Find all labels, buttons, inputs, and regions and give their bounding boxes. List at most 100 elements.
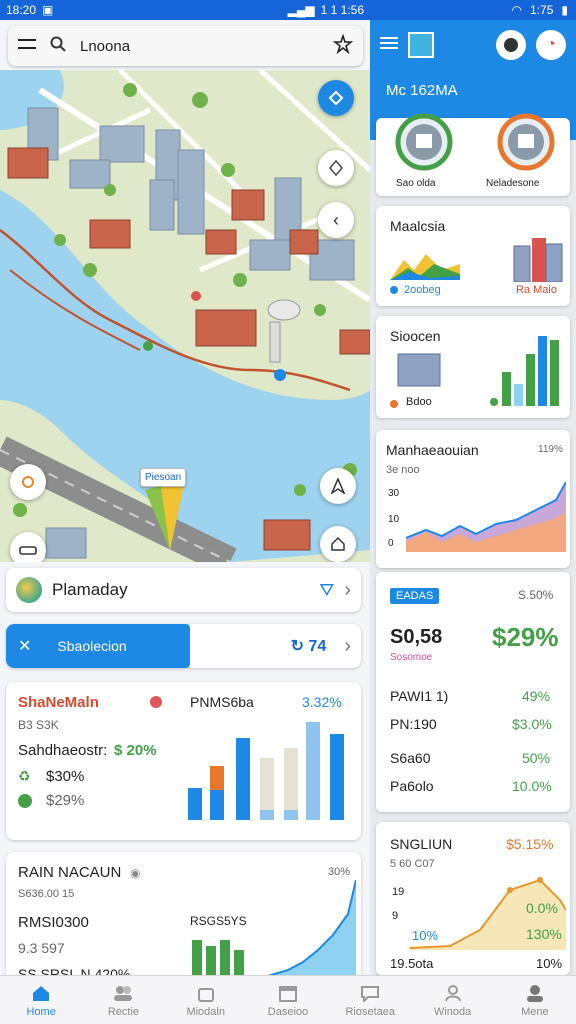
route-card: ✕ Sbaolecion ↻ 74 › — [6, 624, 361, 668]
gauge-card[interactable]: Sao olda Neladesone — [376, 113, 570, 196]
user-icon — [442, 983, 464, 1003]
signal-icon: ▂▄▆ — [287, 3, 315, 17]
route-chevron-icon[interactable]: › — [344, 635, 351, 658]
bottom-navigation: Home Rectie Miodaln Daseioo Riosetaea Wi… — [0, 975, 576, 1024]
stats-label: Sahdhaeostr: — [18, 742, 108, 759]
stats-card[interactable]: ShaNeMaln B3 S3K Sahdhaeostr: $ 20% ♻ $3… — [6, 682, 361, 840]
gauge-left-label: Sao olda — [396, 178, 436, 189]
nav-riosetaea[interactable]: Riosetaea — [329, 976, 411, 1024]
compass-button[interactable] — [318, 150, 354, 186]
manhattan-y1: 30 — [388, 488, 400, 499]
search-input[interactable]: Lnoona — [80, 38, 319, 55]
trend-card[interactable]: RAIN NACAUN ◉ 30% S636.00 15 RMSI0300 9.… — [6, 852, 361, 995]
finance-row1-label: PAWI1 1) — [390, 688, 449, 704]
gauge-right — [497, 113, 555, 171]
status-time-left: 18:20 — [6, 3, 37, 17]
manhattan-corner: 119% — [538, 444, 563, 455]
calendar-icon — [277, 983, 299, 1003]
bar-9 — [306, 722, 320, 820]
navigate-button[interactable] — [320, 468, 356, 504]
finance-amount: S0,58 — [390, 626, 443, 648]
manhattan-area-chart — [406, 481, 566, 552]
profile-star-icon[interactable] — [332, 32, 354, 59]
bar-8 — [284, 810, 298, 820]
signal-footer-left: 19.5ota — [390, 956, 434, 971]
finance-card[interactable]: EADAS S.50% S0,58 Sosomoe $29% PAWI1 1) … — [376, 572, 570, 812]
trend-area — [248, 880, 356, 990]
dashboard-title: Mc 162MA — [386, 82, 458, 99]
trend-label: RMSI0300 — [18, 914, 89, 931]
app-logo-icon — [408, 32, 434, 58]
gauge-left — [395, 113, 453, 171]
station-title: Sioocen — [390, 328, 441, 344]
bar-7 — [284, 748, 298, 820]
stats-chart-pct: 3.32% — [302, 694, 342, 710]
menu-icon[interactable] — [18, 37, 36, 56]
nav-miodaln[interactable]: Miodaln — [165, 976, 247, 1024]
signal-pct-right-top: 0.0% — [526, 900, 558, 916]
route-button[interactable]: ✕ Sbaolecion — [6, 624, 190, 668]
nav-rectie[interactable]: Rectie — [82, 976, 164, 1024]
car-button[interactable] — [10, 532, 46, 562]
stats-row1-value: $30% — [46, 768, 85, 785]
locate-button[interactable] — [10, 464, 46, 500]
route-value: ↻ 74 — [291, 636, 327, 656]
nav-riosetaea-label: Riosetaea — [345, 1005, 396, 1018]
region-card[interactable]: Maalcsia 2oobeg Ra Maio — [376, 206, 570, 306]
finance-tag: EADAS — [390, 588, 440, 604]
notifications-button[interactable]: ◔ — [536, 30, 566, 60]
manhattan-title: Manhaeaouian — [386, 442, 479, 458]
chevron-left-icon: ‹ — [333, 209, 339, 230]
trend-corner-value: 30% — [328, 866, 351, 878]
status-time-mid: 1 1 1:56 — [320, 3, 364, 17]
nav-home[interactable]: Home — [0, 976, 82, 1024]
nav-daseioo[interactable]: Daseioo — [247, 976, 329, 1024]
nav-winoda-label: Winoda — [433, 1005, 472, 1018]
nav-winoda[interactable]: Winoda — [411, 976, 493, 1024]
region-dot-icon — [390, 286, 398, 294]
nav-mene[interactable]: Mene — [494, 976, 576, 1024]
mountain-icon — [390, 254, 460, 280]
station-card[interactable]: Sioocen Bdoo — [376, 316, 570, 418]
stats-pct: $ 20% — [114, 742, 157, 759]
city-map[interactable]: ‹ Piesoan — [0, 70, 370, 562]
signal-pct-right-bottom: 130% — [526, 926, 562, 942]
chevron-right-icon[interactable]: › — [344, 579, 351, 602]
nav-mene-label: Mene — [521, 1005, 549, 1018]
home-pin-button[interactable] — [320, 526, 356, 562]
search-bar[interactable]: Lnoona — [8, 26, 363, 66]
map-panel: Lnoona ‹ Piesoan Plamaday ⛛ › ✕ Sbaoleci… — [0, 20, 370, 995]
manhattan-card[interactable]: Manhaeaouian 119% 3e noo 30 10 0 — [376, 430, 570, 568]
trend-title: RAIN NACAUN — [18, 864, 122, 881]
map-marker-label[interactable]: Piesoan — [140, 468, 187, 487]
station-bar-2 — [514, 384, 523, 406]
layers-icon — [328, 90, 344, 106]
home-icon — [30, 983, 52, 1003]
account-button[interactable] — [496, 30, 526, 60]
bar-6 — [260, 810, 274, 820]
car-icon — [19, 546, 37, 555]
account-icon — [504, 38, 518, 52]
station-dot-icon — [390, 400, 398, 408]
battery-icon: ▮ — [561, 3, 568, 17]
search-icon — [50, 36, 66, 57]
layers-button[interactable] — [318, 80, 354, 116]
stats-subtitle: B3 S3K — [18, 718, 59, 732]
dashboard-menu-icon[interactable] — [380, 36, 398, 55]
station-bar-5 — [550, 340, 559, 406]
signal-corner: $5.15% — [506, 836, 554, 852]
nav-home-label: Home — [26, 1005, 56, 1018]
signal-card[interactable]: SNGLIUN $5.15% 5 60 C07 19 9 10% 0.0% 13… — [376, 822, 570, 975]
signal-sub: 5 60 C07 — [390, 858, 435, 870]
back-button[interactable]: ‹ — [318, 202, 354, 238]
directions-icon[interactable]: ⛛ — [319, 580, 334, 601]
buildings-icon — [513, 238, 563, 282]
place-card[interactable]: Plamaday ⛛ › — [6, 568, 361, 612]
alert-dot-icon — [150, 696, 162, 708]
stats-title: ShaNeMaln — [18, 694, 99, 711]
gauge-right-label: Neladesone — [486, 178, 540, 189]
finance-row3-value: 50% — [522, 750, 551, 766]
info-icon: ◉ — [130, 866, 141, 880]
route-value-text: 74 — [308, 638, 327, 655]
place-avatar — [16, 577, 42, 603]
